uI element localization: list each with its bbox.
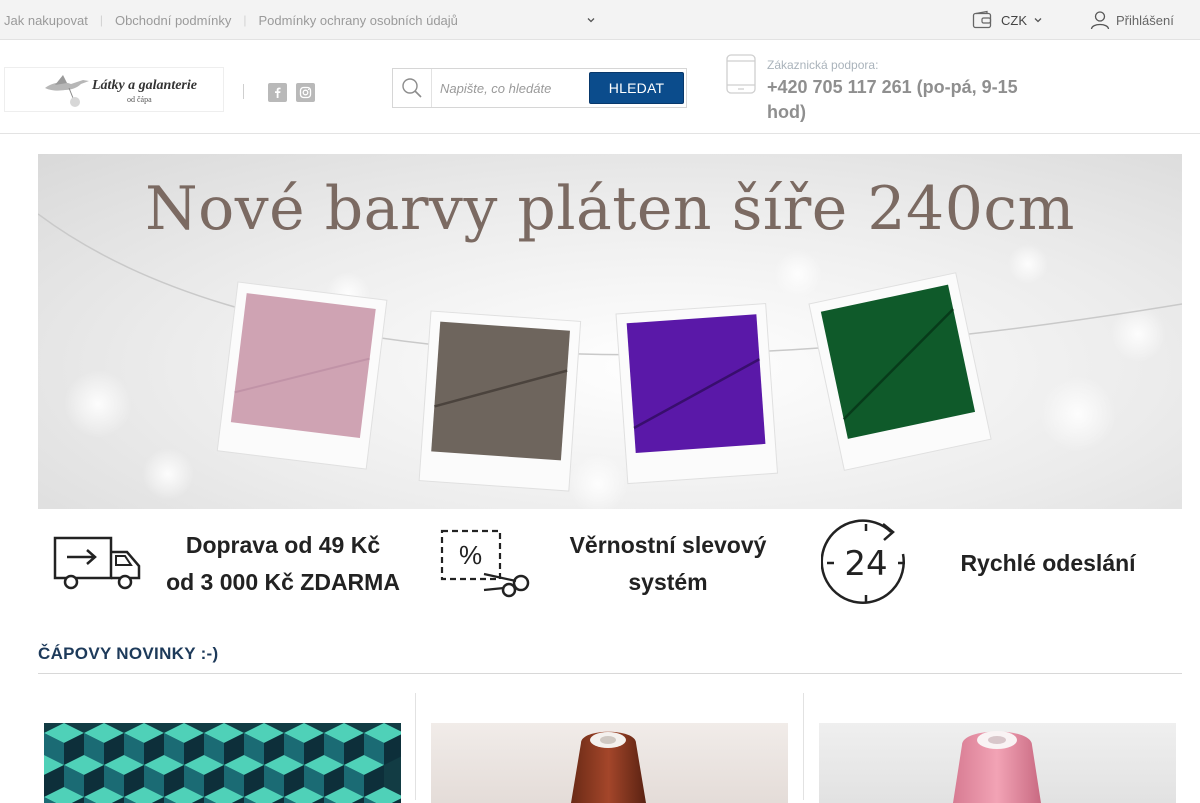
- currency-label: CZK: [1001, 12, 1027, 28]
- site-logo[interactable]: Látky a galanterie od čápa: [4, 67, 224, 112]
- thread-spool-image: [819, 723, 1176, 803]
- logo-subtitle: od čápa: [127, 95, 152, 104]
- login-link[interactable]: Přihlášení: [1090, 9, 1174, 31]
- divider: [243, 84, 244, 99]
- column-divider: [415, 693, 416, 800]
- link-how-to-buy[interactable]: Jak nakupovat: [4, 13, 88, 28]
- benefit-fast-dispatch: Rychlé odeslání: [960, 550, 1136, 576]
- fabric-cubes-image: [44, 723, 401, 803]
- truck-icon: [53, 536, 141, 590]
- logo-name: Látky a galanterie: [92, 78, 197, 93]
- link-separator: |: [243, 13, 247, 27]
- search-bar: HLEDAT: [392, 68, 687, 108]
- product-image[interactable]: [44, 723, 401, 803]
- currency-selector[interactable]: CZK: [972, 9, 1043, 31]
- benefits-strip: Doprava od 49 Kč od 3 000 Kč ZDARMA % Vě…: [38, 512, 1182, 612]
- section-title: ČÁPOVY NOVINKY :-): [38, 644, 219, 663]
- product-image[interactable]: [431, 723, 788, 803]
- search-button[interactable]: HLEDAT: [589, 72, 684, 104]
- chevron-down-icon: [1034, 18, 1042, 23]
- link-terms[interactable]: Obchodní podmínky: [115, 13, 231, 28]
- product-image[interactable]: [819, 723, 1176, 803]
- link-privacy[interactable]: Podmínky ochrany osobních údajů: [258, 13, 457, 28]
- svg-text:24: 24: [844, 544, 887, 584]
- login-label: Přihlášení: [1116, 12, 1174, 28]
- benefit-shipping: Doprava od 49 Kč od 3 000 Kč ZDARMA: [166, 532, 400, 595]
- top-links: Jak nakupovat | Obchodní podmínky | Podm…: [4, 0, 595, 40]
- benefit-loyalty: Věrnostní slevový systém: [569, 532, 767, 595]
- wallet-icon: [972, 10, 992, 29]
- thread-spool-image: [431, 723, 788, 803]
- promo-banner[interactable]: Nové barvy pláten šíře 240cm: [38, 154, 1182, 509]
- facebook-icon[interactable]: [268, 83, 287, 102]
- instagram-icon[interactable]: [296, 83, 315, 102]
- top-bar: Jak nakupovat | Obchodní podmínky | Podm…: [0, 0, 1200, 40]
- search-icon: [393, 69, 432, 107]
- svg-text:%: %: [459, 540, 482, 570]
- support-phone[interactable]: +420 705 117 261 (po-pá, 9-15 hod): [767, 75, 1037, 125]
- phone-icon: [726, 54, 756, 94]
- search-input[interactable]: [433, 69, 583, 107]
- section-divider: [38, 673, 1182, 674]
- stork-icon: [45, 75, 89, 107]
- user-icon: [1090, 11, 1110, 30]
- chevron-down-icon[interactable]: [584, 13, 598, 27]
- link-separator: |: [99, 13, 103, 27]
- clock-24-icon: 24: [821, 519, 905, 604]
- discount-scissors-icon: %: [440, 529, 530, 598]
- support-label: Zákaznická podpora:: [767, 58, 879, 72]
- banner-title: Nové barvy pláten šíře 240cm: [145, 174, 1075, 244]
- column-divider: [803, 693, 804, 800]
- site-header: Látky a galanterie od čápa HLEDAT Zákazn…: [0, 40, 1200, 134]
- swatch-pink: [230, 293, 376, 439]
